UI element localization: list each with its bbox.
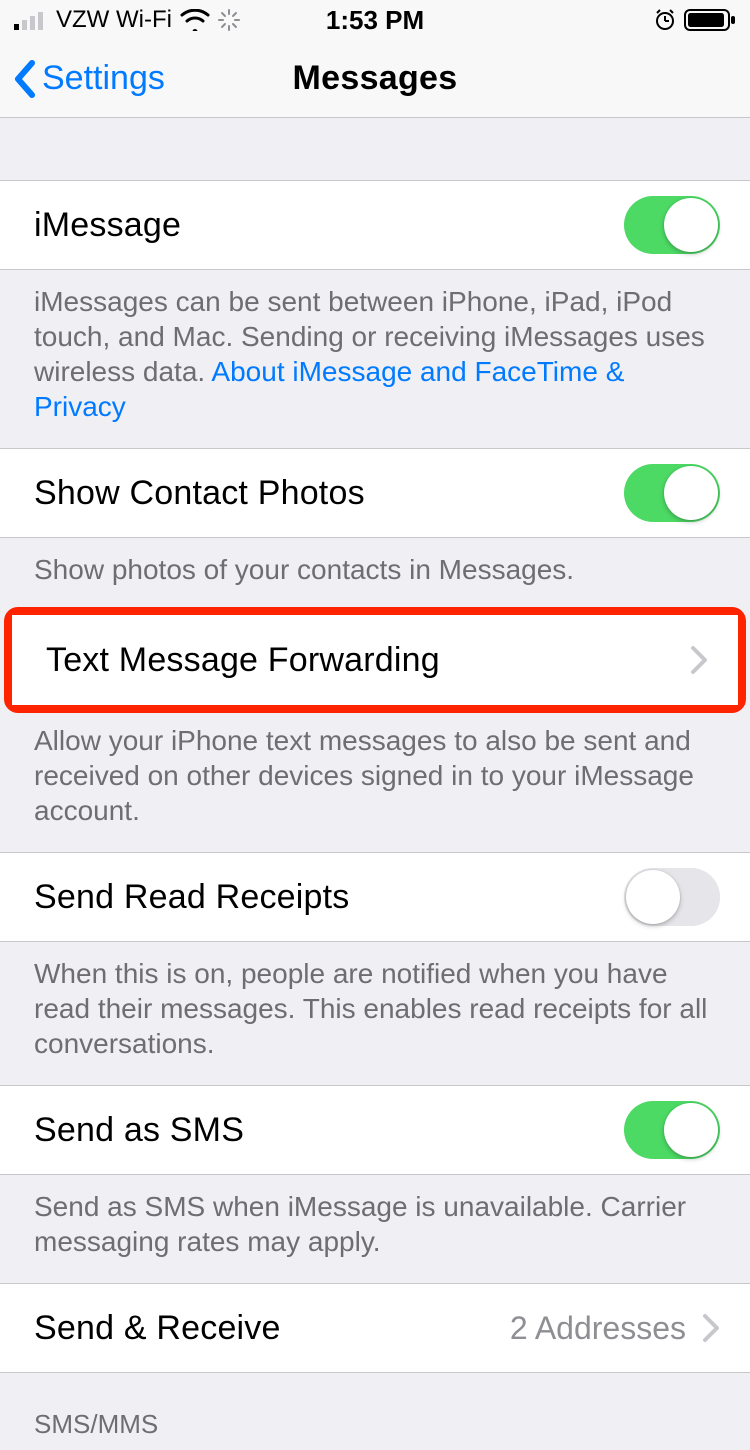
send-sms-footer: Send as SMS when iMessage is unavailable…: [0, 1175, 750, 1283]
send-receive-row[interactable]: Send & Receive 2 Addresses: [0, 1283, 750, 1373]
signal-icon: [14, 10, 48, 30]
contact-photos-footer: Show photos of your contacts in Messages…: [0, 538, 750, 611]
imessage-switch[interactable]: [624, 196, 720, 254]
read-receipts-switch[interactable]: [624, 868, 720, 926]
chevron-right-icon: [702, 1313, 720, 1343]
forwarding-footer: Allow your iPhone text messages to also …: [0, 709, 750, 852]
send-sms-row[interactable]: Send as SMS: [0, 1085, 750, 1175]
sms-mms-header: SMS/MMS: [0, 1373, 750, 1450]
forwarding-highlight: Text Message Forwarding: [4, 607, 746, 713]
chevron-left-icon: [12, 59, 38, 99]
send-sms-label: Send as SMS: [34, 1111, 244, 1150]
send-sms-switch[interactable]: [624, 1101, 720, 1159]
loading-spinner-icon: [218, 9, 240, 31]
imessage-row[interactable]: iMessage: [0, 180, 750, 270]
imessage-footer: iMessages can be sent between iPhone, iP…: [0, 270, 750, 448]
chevron-right-icon: [690, 645, 708, 675]
status-right: [654, 8, 736, 32]
back-button[interactable]: Settings: [0, 59, 165, 99]
send-receive-label: Send & Receive: [34, 1309, 281, 1348]
nav-bar: Settings Messages: [0, 40, 750, 118]
imessage-label: iMessage: [34, 206, 181, 245]
contact-photos-switch[interactable]: [624, 464, 720, 522]
carrier-label: VZW Wi-Fi: [56, 6, 172, 34]
wifi-icon: [180, 9, 210, 31]
battery-icon: [684, 8, 736, 32]
alarm-icon: [654, 9, 676, 31]
read-receipts-footer: When this is on, people are notified whe…: [0, 942, 750, 1085]
clock-label: 1:53 PM: [326, 5, 424, 36]
forwarding-row[interactable]: Text Message Forwarding: [12, 615, 738, 705]
status-left: VZW Wi-Fi: [14, 6, 240, 34]
back-label: Settings: [42, 59, 165, 98]
contact-photos-row[interactable]: Show Contact Photos: [0, 448, 750, 538]
send-receive-value: 2 Addresses: [510, 1310, 686, 1347]
read-receipts-label: Send Read Receipts: [34, 878, 349, 917]
status-bar: VZW Wi-Fi 1:53 PM: [0, 0, 750, 40]
page-title: Messages: [293, 59, 458, 98]
contact-photos-label: Show Contact Photos: [34, 474, 365, 513]
read-receipts-row[interactable]: Send Read Receipts: [0, 852, 750, 942]
forwarding-label: Text Message Forwarding: [46, 641, 440, 680]
